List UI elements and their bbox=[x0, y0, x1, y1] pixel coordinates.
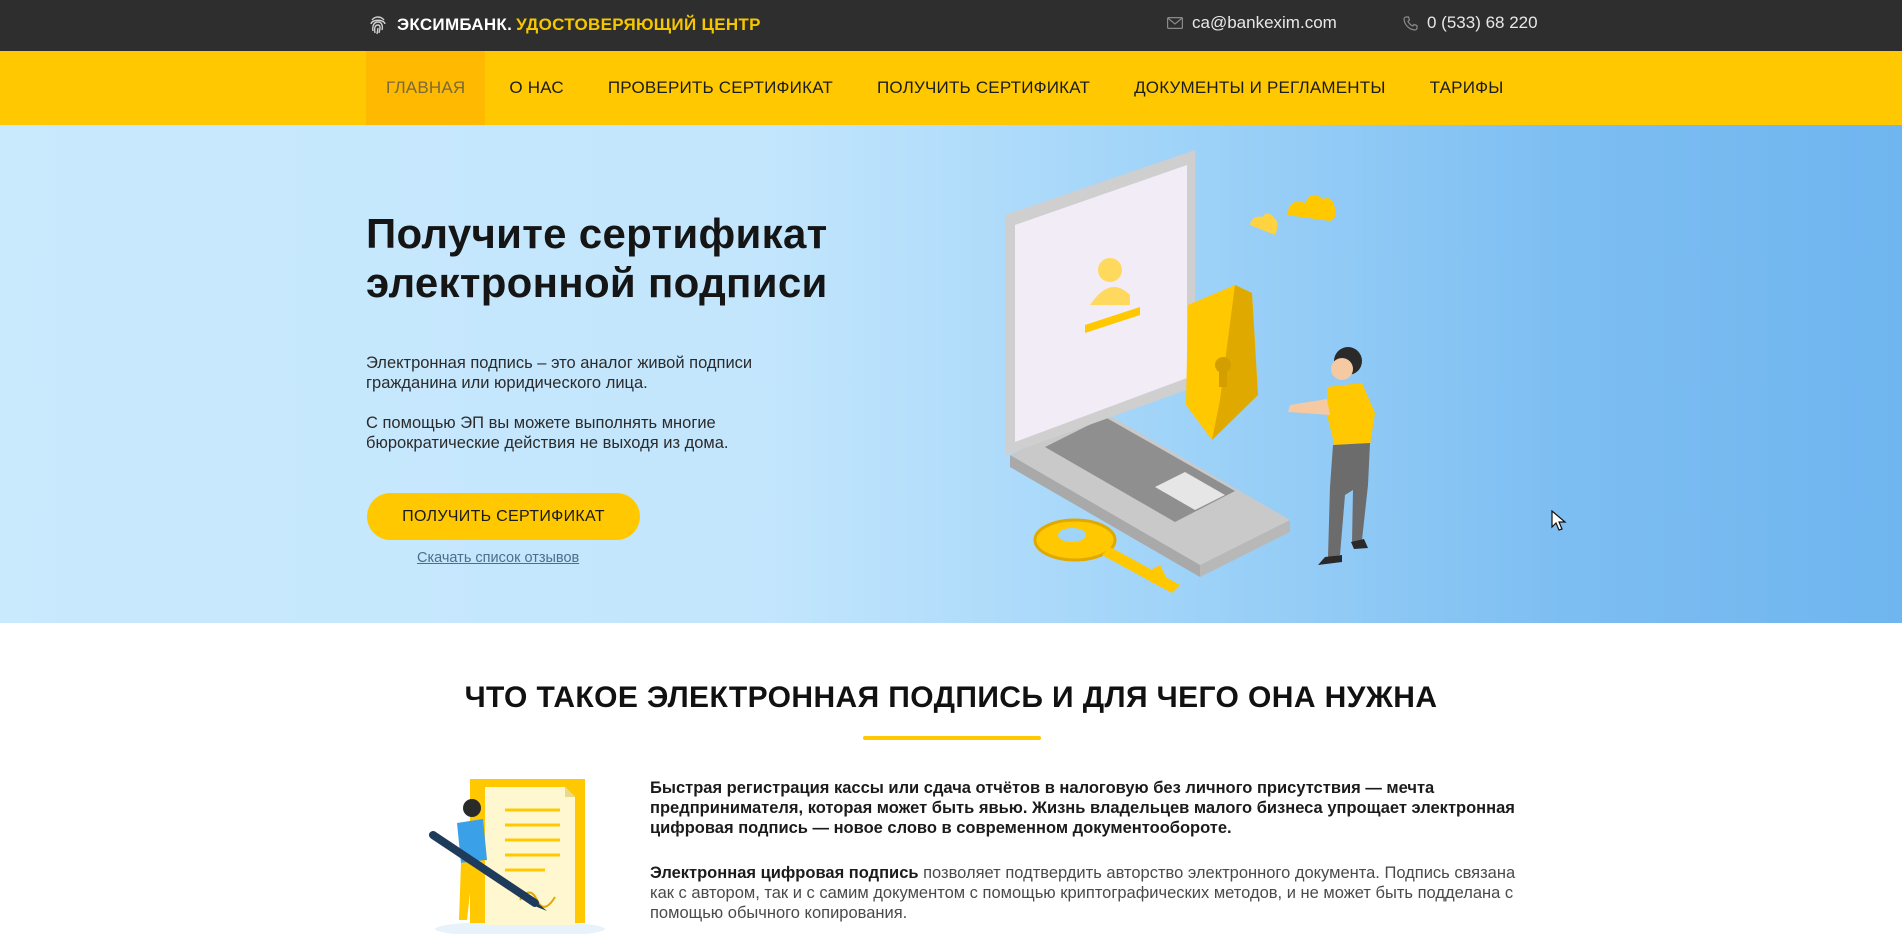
hero-section: Получите сертификат электронной подписи … bbox=[0, 125, 1902, 623]
section-lead-text: Быстрая регистрация кассы или сдача отчё… bbox=[650, 779, 1515, 837]
nav-item-check-certificate[interactable]: ПРОВЕРИТЬ СЕРТИФИКАТ bbox=[588, 51, 853, 125]
nav-item-get-certificate[interactable]: ПОЛУЧИТЬ СЕРТИФИКАТ bbox=[857, 51, 1110, 125]
nav-item-about[interactable]: О НАС bbox=[489, 51, 583, 125]
envelope-icon bbox=[1167, 17, 1183, 29]
brand-name: ЭКСИМБАНК. bbox=[397, 15, 513, 34]
nav-list: ГЛАВНАЯ О НАС ПРОВЕРИТЬ СЕРТИФИКАТ ПОЛУЧ… bbox=[366, 51, 1524, 125]
body-text-bold: Электронная цифровая подпись bbox=[650, 864, 919, 882]
laptop-security-illustration bbox=[1005, 150, 1375, 593]
nav-item-documents[interactable]: ДОКУМЕНТЫ И РЕГЛАМЕНТЫ bbox=[1114, 51, 1406, 125]
main-navigation: ГЛАВНАЯ О НАС ПРОВЕРИТЬ СЕРТИФИКАТ ПОЛУЧ… bbox=[0, 51, 1902, 125]
fingerprint-icon bbox=[370, 16, 386, 35]
hero-title: Получите сертификат электронной подписи bbox=[366, 209, 886, 307]
phone-text: 0 (533) 68 220 bbox=[1427, 13, 1538, 32]
get-certificate-button[interactable]: ПОЛУЧИТЬ СЕРТИФИКАТ bbox=[367, 493, 640, 540]
section-body-text: Электронная цифровая подпись позволяет п… bbox=[650, 863, 1530, 923]
download-reviews-link[interactable]: Скачать список отзывов bbox=[417, 550, 579, 566]
brand-logo[interactable]: ЭКСИМБАНК. УДОСТОВЕРЯЮЩИЙ ЦЕНТР bbox=[367, 12, 761, 38]
hero-title-line2: электронной подписи bbox=[366, 259, 828, 306]
mouse-cursor-icon bbox=[1551, 510, 1567, 531]
hero-description-1: Электронная подпись – это аналог живой п… bbox=[366, 354, 753, 392]
section-title: ЧТО ТАКОЕ ЭЛЕКТРОННАЯ ПОДПИСЬ И ДЛЯ ЧЕГО… bbox=[464, 681, 1438, 714]
brand-subtitle: УДОСТОВЕРЯЮЩИЙ ЦЕНТР bbox=[516, 15, 761, 34]
hero-description-2: С помощью ЭП вы можете выполнять многие … bbox=[366, 414, 729, 452]
document-signing-illustration bbox=[429, 779, 605, 934]
nav-item-home[interactable]: ГЛАВНАЯ bbox=[366, 51, 486, 125]
hero-title-line1: Получите сертификат bbox=[366, 210, 828, 257]
contact-phone[interactable]: 0 (533) 68 220 bbox=[1403, 13, 1538, 33]
email-text: ca@bankexim.com bbox=[1192, 13, 1337, 32]
nav-item-tariffs[interactable]: ТАРИФЫ bbox=[1410, 51, 1524, 125]
top-bar: ЭКСИМБАНК. УДОСТОВЕРЯЮЩИЙ ЦЕНТР ca@banke… bbox=[0, 0, 1902, 51]
phone-icon bbox=[1403, 15, 1418, 31]
title-underline bbox=[863, 736, 1041, 740]
contact-email[interactable]: ca@bankexim.com bbox=[1167, 13, 1337, 33]
